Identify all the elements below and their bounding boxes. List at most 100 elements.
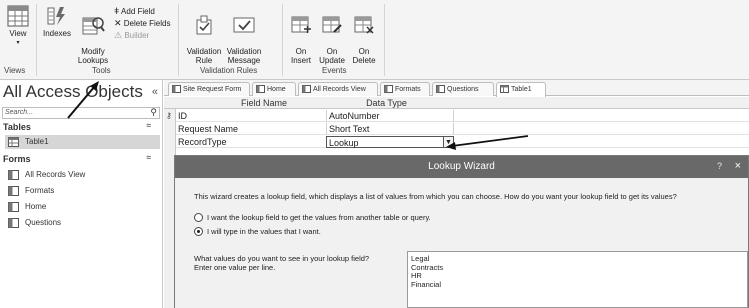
prompt-line: Enter one value per line. [194, 263, 276, 272]
option-label: I want the lookup field to get the value… [207, 213, 431, 222]
builder-label: Builder [124, 31, 150, 40]
group-validation-rules-label: Validation Rules [200, 66, 258, 75]
data-type-select[interactable]: Lookup ▼ [326, 136, 454, 148]
nav-item-questions[interactable]: Questions [5, 216, 160, 230]
radio-button-selected[interactable] [194, 227, 203, 236]
field-name-cell[interactable]: RecordType [178, 136, 227, 148]
form-icon [8, 218, 19, 228]
navigation-pane: All Access Objects « Search... ⚲ Tables … [0, 80, 163, 308]
forms-section-header[interactable]: Forms ≈ [3, 153, 159, 164]
lookup-values-textarea[interactable]: Legal Contracts HR Financial [407, 251, 748, 308]
radio-button[interactable] [194, 213, 203, 222]
lookup-wizard-dialog: Lookup Wizard ? × This wizard creates a … [174, 155, 749, 308]
group-separator [384, 4, 385, 76]
form-icon [172, 85, 181, 93]
tables-section-header[interactable]: Tables ≈ [3, 121, 159, 132]
delete-fields-button[interactable]: ✕ Delete Fields [114, 18, 170, 29]
validation-rule-button[interactable]: Validation Rule [186, 5, 222, 65]
validation-message-button[interactable]: Validation Message [224, 5, 264, 65]
primary-key-icon: ⚷ [166, 111, 172, 120]
view-dropdown-icon[interactable]: ▾ [4, 39, 32, 48]
builder-button[interactable]: ⚠ Builder [114, 30, 149, 41]
collapse-section-icon[interactable]: ≈ [147, 121, 151, 130]
nav-item-label: Questions [25, 218, 62, 227]
add-field-button[interactable]: ǂ Add Field [114, 6, 155, 17]
form-icon [302, 85, 311, 93]
on-insert-icon [291, 16, 311, 33]
option-type-values[interactable]: I will type in the values that I want. [194, 227, 321, 237]
tab-label: All Records View [313, 86, 366, 93]
group-separator [282, 4, 283, 76]
navigation-search-input[interactable]: Search... ⚲ [2, 107, 160, 119]
option-table-or-query[interactable]: I want the lookup field to get the value… [194, 213, 431, 223]
form-icon [8, 170, 19, 180]
indexes-label: Indexes [42, 29, 72, 38]
on-delete-button[interactable]: On Delete [350, 5, 378, 65]
collapse-pane-icon[interactable]: « [152, 86, 158, 98]
navigation-pane-title[interactable]: All Access Objects [3, 82, 143, 102]
table-row[interactable]: ID AutoNumber [176, 110, 749, 122]
validation-message-label: Validation Message [226, 47, 262, 65]
group-tools-label: Tools [92, 66, 111, 75]
on-update-button[interactable]: On Update [318, 5, 346, 65]
view-button[interactable]: View ▾ [4, 5, 32, 48]
form-icon [436, 85, 445, 93]
table-row[interactable]: RecordType Lookup ▼ [176, 136, 749, 148]
nav-item-all-records-view[interactable]: All Records View [5, 168, 160, 182]
on-delete-label: On Delete [352, 47, 376, 65]
values-prompt: What values do you want to see in your l… [194, 254, 409, 272]
modify-lookups-label: Modify Lookups [77, 47, 109, 65]
form-icon [8, 186, 19, 196]
group-events-label: Events [322, 66, 347, 75]
delete-fields-label: Delete Fields [123, 19, 171, 28]
data-type-header: Data Type [366, 98, 407, 108]
group-separator [36, 4, 37, 76]
value-line: HR [411, 271, 422, 280]
on-insert-button[interactable]: On Insert [288, 5, 314, 65]
field-name-cell[interactable]: ID [178, 110, 187, 122]
validation-rule-icon [196, 15, 212, 35]
tab-all-records-view[interactable]: All Records View [298, 82, 378, 96]
dialog-title: Lookup Wizard [428, 161, 495, 172]
tab-site-request-form[interactable]: Site Request Form [168, 82, 250, 96]
add-field-icon: ǂ [114, 6, 120, 16]
validation-rule-label: Validation Rule [186, 47, 222, 65]
modify-lookups-button[interactable]: Modify Lookups [76, 5, 110, 65]
collapse-section-icon[interactable]: ≈ [147, 153, 151, 162]
nav-item-label: Home [25, 202, 47, 211]
forms-section-label: Forms [3, 154, 31, 164]
field-name-cell[interactable]: Request Name [178, 123, 238, 135]
nav-item-home[interactable]: Home [5, 200, 160, 214]
chevron-down-icon[interactable]: ▼ [443, 136, 454, 148]
nav-item-label: Table1 [25, 137, 49, 146]
close-button[interactable]: × [735, 156, 741, 176]
value-line: Financial [411, 279, 442, 289]
data-type-value: Lookup [329, 138, 359, 148]
tab-formats[interactable]: Formats [380, 82, 430, 96]
tab-table1[interactable]: Table1 [496, 82, 546, 97]
document-tabs: Site Request Form Home All Records View … [164, 80, 749, 97]
table-row[interactable]: Request Name Short Text [176, 123, 749, 135]
data-type-cell[interactable]: Short Text [326, 123, 454, 135]
group-separator [178, 4, 179, 76]
dialog-title-bar[interactable]: Lookup Wizard ? × [175, 156, 748, 178]
builder-icon: ⚠ [114, 30, 123, 40]
help-button[interactable]: ? [717, 156, 722, 176]
modify-lookups-icon [82, 17, 105, 35]
search-icon[interactable]: ⚲ [150, 107, 157, 117]
indexes-button[interactable]: Indexes [42, 5, 72, 38]
tab-label: Questions [447, 86, 479, 93]
on-update-icon [322, 16, 342, 33]
table-icon [500, 85, 509, 93]
tab-home[interactable]: Home [252, 82, 296, 96]
grid-header-row: Field Name Data Type [164, 97, 749, 109]
data-type-cell[interactable]: AutoNumber [326, 110, 454, 122]
nav-item-formats[interactable]: Formats [5, 184, 160, 198]
validation-message-icon [233, 17, 255, 33]
tab-label: Home [267, 86, 286, 93]
tab-questions[interactable]: Questions [432, 82, 494, 96]
group-views-label: Views [4, 66, 26, 75]
indexes-icon [47, 7, 65, 25]
form-icon [384, 85, 393, 93]
nav-item-table1[interactable]: Table1 [5, 135, 160, 149]
